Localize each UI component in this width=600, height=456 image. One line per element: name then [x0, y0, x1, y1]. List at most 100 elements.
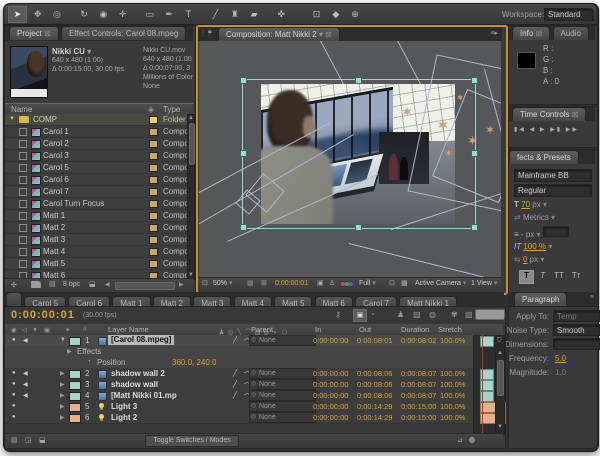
- scroll-up-icon[interactable]: ▲: [496, 350, 504, 357]
- column-out[interactable]: Out: [359, 325, 371, 334]
- checkbox-icon[interactable]: [19, 224, 27, 232]
- snapshot-icon[interactable]: ▣: [317, 278, 324, 290]
- motion-blur-icon[interactable]: ◍: [429, 310, 436, 319]
- in-value[interactable]: 0:00:00:00: [313, 413, 348, 422]
- chevron-down-icon[interactable]: ▾: [319, 30, 323, 39]
- frequency-value[interactable]: 5.0: [555, 354, 566, 363]
- audio-icon[interactable]: ◀: [23, 370, 28, 377]
- close-icon[interactable]: ⊠: [44, 29, 51, 38]
- project-item-row[interactable]: Carol 3Compositio: [5, 150, 187, 162]
- kerning-value[interactable]: Metrics: [523, 213, 549, 222]
- local-axis-mode-icon[interactable]: ⊡: [308, 7, 325, 22]
- new-folder-icon[interactable]: [31, 281, 41, 288]
- tab-effect-controls[interactable]: Effect Controls: Carol 08.mpeg: [61, 26, 186, 40]
- tab-time-controls[interactable]: Time Controls ⊠: [512, 107, 586, 121]
- tab-info[interactable]: Info ⊠: [512, 26, 550, 40]
- project-item-row[interactable]: Carol 2Compositio: [5, 138, 187, 150]
- brainstorm-icon[interactable]: ✾: [451, 310, 458, 319]
- visibility-eye-icon[interactable]: ●: [12, 381, 16, 387]
- duration-value[interactable]: 0:00:08:07: [401, 380, 436, 389]
- column-in[interactable]: In: [315, 325, 321, 334]
- magnitude-value[interactable]: 1.0: [555, 368, 566, 377]
- draft-3d-icon[interactable]: ◔: [370, 310, 375, 319]
- checkbox-icon[interactable]: [19, 140, 27, 148]
- expand-arrow-icon[interactable]: ▼: [60, 337, 66, 343]
- visibility-eye-icon[interactable]: ●: [12, 403, 16, 409]
- label-color-swatch[interactable]: [149, 200, 158, 208]
- visibility-eye-icon[interactable]: ●: [12, 370, 16, 376]
- all-caps-button[interactable]: TT: [551, 271, 566, 280]
- safe-zones-icon[interactable]: ▦: [247, 278, 254, 290]
- visibility-eye-icon[interactable]: ●: [12, 392, 16, 398]
- column-name[interactable]: Name: [11, 105, 32, 114]
- chevron-down-icon[interactable]: ▾: [540, 255, 544, 264]
- expand-arrow-icon[interactable]: ▶: [60, 381, 65, 388]
- project-item-row[interactable]: Matt 6Compositio: [5, 270, 187, 278]
- selection-handle[interactable]: [471, 77, 478, 84]
- project-item-row[interactable]: Matt 4Compositio: [5, 246, 187, 258]
- duration-value[interactable]: 0:00:08:07: [401, 369, 436, 378]
- eraser-tool-icon[interactable]: ▰: [246, 7, 263, 22]
- tab-effects-presets[interactable]: fects & Presets: [509, 150, 579, 164]
- mask-tool-icon[interactable]: ▭: [141, 7, 158, 22]
- layer-name[interactable]: shadow wall: [111, 380, 158, 389]
- stretch-value[interactable]: 100.0%: [440, 380, 465, 389]
- lock-column-icon[interactable]: ▣: [44, 326, 50, 334]
- checkbox-icon[interactable]: [19, 260, 27, 268]
- magnification-dropdown[interactable]: 50% ▾: [213, 278, 232, 290]
- last-frame-button[interactable]: ▶▶: [566, 127, 579, 133]
- out-value[interactable]: 0:00:08:06: [357, 391, 392, 400]
- auto-keyframe-icon[interactable]: ▧: [465, 310, 473, 319]
- live-update-icon[interactable]: ▣: [353, 309, 367, 322]
- position-value[interactable]: 360.0, 240.0: [172, 358, 216, 367]
- number-column[interactable]: #: [83, 326, 87, 333]
- quality-switch[interactable]: ╱: [233, 336, 237, 344]
- view-axis-mode-icon[interactable]: ⊕: [347, 7, 364, 22]
- audio-icon[interactable]: ◀: [23, 381, 28, 388]
- selection-handle[interactable]: [471, 150, 478, 157]
- column-duration[interactable]: Duration: [401, 325, 429, 334]
- duration-value[interactable]: 0:00:08:07: [401, 391, 436, 400]
- selection-handle[interactable]: [240, 77, 247, 84]
- label-color-swatch[interactable]: [149, 260, 158, 268]
- leading-field[interactable]: [543, 226, 569, 237]
- tab-project[interactable]: Project ⊠: [9, 26, 59, 40]
- lock-icon[interactable]: 🔒︎: [208, 28, 212, 36]
- layer-color-chip[interactable]: [69, 403, 81, 412]
- out-value[interactable]: 0:00:14:29: [357, 402, 392, 411]
- audio-icon[interactable]: ◀: [23, 337, 28, 344]
- bpc-button[interactable]: 8 bpc: [63, 281, 80, 288]
- stretch-value[interactable]: 100.0%: [440, 336, 465, 345]
- layer-color-chip[interactable]: [69, 337, 81, 346]
- parent-dropdown[interactable]: None: [249, 390, 316, 401]
- layer-name[interactable]: shadow wall 2: [111, 369, 165, 378]
- timeline-scrollbar[interactable]: ⛉ ▲ ▼: [495, 335, 505, 435]
- expand-inout-icon[interactable]: ⬓: [39, 436, 46, 444]
- comp-marker-icon[interactable]: ⛉: [497, 338, 502, 345]
- scroll-up-icon[interactable]: ▲: [188, 115, 194, 122]
- in-value[interactable]: 0:00:00:00: [313, 380, 348, 389]
- checkbox-icon[interactable]: [19, 176, 27, 184]
- column-stretch[interactable]: Stretch: [438, 325, 462, 334]
- close-icon[interactable]: ⊠: [572, 110, 579, 119]
- chevron-down-icon[interactable]: ▾: [551, 213, 555, 222]
- expand-arrow-icon[interactable]: ▶: [60, 403, 65, 410]
- position-label[interactable]: Position: [97, 358, 125, 367]
- label-color-swatch[interactable]: [149, 188, 158, 196]
- comp-timecode[interactable]: 0:00:00:01: [275, 278, 308, 290]
- parent-dropdown[interactable]: None: [249, 401, 316, 412]
- expand-arrow-icon[interactable]: ▶: [67, 348, 72, 355]
- footage-title[interactable]: Nikki CU ▾: [52, 47, 132, 56]
- stretch-value[interactable]: 100.0%: [440, 369, 465, 378]
- font-family-dropdown[interactable]: Mainframe BB: [514, 169, 592, 182]
- panel-menu-icon[interactable]: ≡▸: [490, 29, 498, 37]
- small-caps-button[interactable]: Tᴛ: [569, 271, 584, 280]
- font-size-value[interactable]: 70: [521, 200, 530, 209]
- project-item-row[interactable]: Carol 7Compositio: [5, 186, 187, 198]
- hscroll-right-icon[interactable]: ▶: [179, 282, 184, 289]
- parent-dropdown[interactable]: None: [249, 335, 316, 346]
- faux-bold-button[interactable]: T: [519, 270, 534, 284]
- quality-switch[interactable]: ╱: [233, 391, 237, 399]
- label-color-swatch[interactable]: [149, 116, 158, 124]
- camera-dropdown[interactable]: Active Camera ▾: [415, 278, 466, 290]
